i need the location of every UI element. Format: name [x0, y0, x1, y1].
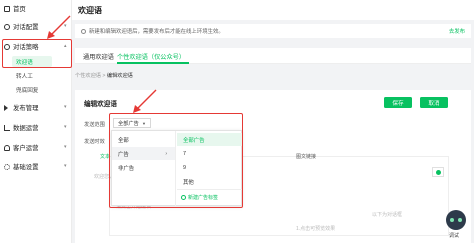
- scope-value: 全部广告: [118, 120, 139, 127]
- chevron-down-icon: ▾: [64, 23, 67, 29]
- scope-label: 发送范围: [84, 122, 105, 128]
- sidebar: 首页 对话配置 ▾ 对话策略 ▴ 欢迎语 转人工 兜底回复 发布管理 ▾ 数据运…: [0, 0, 72, 243]
- dropdown-option-tag[interactable]: 7: [177, 147, 242, 160]
- breadcrumb-parent[interactable]: 个性欢迎语: [75, 73, 101, 79]
- dropdown-column-category: 全部 广告 › 非广告: [112, 131, 176, 207]
- breadcrumb-separator: >: [102, 73, 106, 79]
- chevron-down-icon: ▾: [64, 124, 67, 130]
- sidebar-item-home[interactable]: 首页: [4, 2, 26, 15]
- home-icon: [4, 5, 10, 12]
- tab-general-welcome[interactable]: 通用欢迎语: [83, 52, 114, 61]
- preview-bubble[interactable]: [432, 167, 444, 177]
- notice-text: 新建和编辑欢迎语后，需要发布后才能在线上环境生效。: [89, 29, 224, 35]
- sidebar-subitem-fallback[interactable]: 兜底回复: [16, 84, 38, 95]
- user-icon: [4, 144, 10, 151]
- sidebar-item-label: 首页: [13, 6, 26, 13]
- sidebar-subitem-welcome[interactable]: 欢迎语: [12, 56, 52, 67]
- notice-bar: 新建和编辑欢迎语后，需要发布后才能在线上环境生效。 去发布: [75, 24, 471, 38]
- send-icon: [4, 104, 10, 111]
- dropdown-option-all[interactable]: 全部: [112, 133, 175, 146]
- sidebar-item-publish[interactable]: 发布管理: [4, 101, 39, 114]
- sidebar-subitem-label: 兜底回复: [16, 87, 39, 94]
- option-label: 非广告: [118, 165, 135, 172]
- new-ad-tag-button[interactable]: 新建广告标签: [181, 194, 218, 201]
- caret-down-icon: ▼: [142, 120, 146, 126]
- chat-icon: [4, 23, 10, 30]
- data-icon: [4, 124, 10, 131]
- gear-icon: [4, 163, 10, 170]
- option-label: 全部广告: [183, 137, 205, 144]
- chevron-right-icon: ›: [165, 150, 167, 157]
- breadcrumb: 个性欢迎语 > 编辑欢迎语: [75, 72, 133, 79]
- chevron-down-icon: ▾: [64, 104, 67, 110]
- scope-select[interactable]: 全部广告 ▼: [113, 118, 151, 128]
- dropdown-option-all-ads[interactable]: 全部广告: [177, 133, 242, 146]
- page-title: 欢迎语: [78, 5, 102, 15]
- scope-dropdown: 全部 广告 › 非广告 全部广告 7 9 其他 新建广告标签: [111, 130, 242, 207]
- debug-label: 调试: [449, 233, 460, 239]
- dropdown-option-non-ads[interactable]: 非广告: [112, 161, 175, 174]
- sidebar-item-label: 数据运营: [13, 125, 39, 132]
- tab-personal-welcome[interactable]: 个性欢迎语（仅公众号）: [117, 52, 185, 61]
- bot-eye-icon: [458, 218, 462, 222]
- sidebar-subitem-transfer[interactable]: 转人工: [16, 70, 33, 81]
- sidebar-item-dialog-config[interactable]: 对话配置: [4, 20, 39, 33]
- option-label: 9: [183, 164, 186, 171]
- sidebar-subitem-label: 转人工: [16, 73, 33, 80]
- tab-text[interactable]: 文本: [100, 153, 110, 160]
- sidebar-item-label: 基础设置: [13, 164, 39, 171]
- strategy-icon: [4, 43, 10, 50]
- time-label: 发送时效: [84, 139, 105, 145]
- editor-title: 编辑欢迎语: [84, 101, 117, 108]
- dropdown-option-other[interactable]: 其他: [177, 175, 242, 188]
- bot-eye-icon: [450, 218, 454, 222]
- breadcrumb-current: 编辑欢迎语: [106, 73, 133, 79]
- sidebar-item-customer-ops[interactable]: 客户运营: [4, 141, 39, 154]
- sidebar-item-label: 对话策略: [13, 44, 39, 51]
- new-ad-tag-label: 新建广告标签: [188, 195, 219, 201]
- plus-circle-icon: [181, 195, 186, 200]
- wechat-icon: [436, 170, 441, 175]
- sidebar-item-label: 客户运营: [13, 145, 39, 152]
- dropdown-column-tags: 全部广告 7 9 其他 新建广告标签: [177, 131, 242, 207]
- sidebar-item-basic-settings[interactable]: 基础设置: [4, 160, 39, 173]
- publish-link[interactable]: 去发布: [449, 27, 465, 35]
- info-icon: [81, 28, 86, 34]
- chevron-down-icon: ▾: [64, 144, 67, 150]
- sidebar-item-data-ops[interactable]: 数据运营: [4, 121, 39, 134]
- save-button[interactable]: 保存: [384, 97, 412, 108]
- dropdown-divider: [177, 189, 242, 190]
- option-label: 7: [183, 150, 186, 157]
- dropdown-option-ads[interactable]: 广告 ›: [112, 147, 175, 160]
- cancel-button[interactable]: 取消: [420, 97, 448, 108]
- sidebar-subitem-label: 欢迎语: [16, 59, 33, 66]
- chevron-down-icon: ▾: [64, 163, 67, 169]
- sidebar-item-label: 对话配置: [13, 24, 39, 31]
- dropdown-option-tag[interactable]: 9: [177, 161, 242, 174]
- option-label: 全部: [118, 137, 129, 144]
- chevron-up-icon: ▴: [64, 43, 67, 49]
- tab-active-indicator: [117, 62, 189, 64]
- tab-image-link[interactable]: 图文链接: [296, 153, 316, 160]
- side-hint: 以下为对话框: [372, 212, 403, 218]
- tab-bar: 通用欢迎语 个性欢迎语（仅公众号）: [75, 48, 471, 64]
- sidebar-item-label: 发布管理: [13, 105, 39, 112]
- sidebar-item-dialog-strategy[interactable]: 对话策略: [4, 40, 39, 53]
- option-label: 广告: [118, 151, 129, 158]
- debug-bot-button[interactable]: [446, 210, 466, 230]
- page-header: 欢迎语: [72, 0, 474, 20]
- option-label: 其他: [183, 179, 194, 186]
- footer-hint: 1.点击可预览效果: [296, 226, 336, 232]
